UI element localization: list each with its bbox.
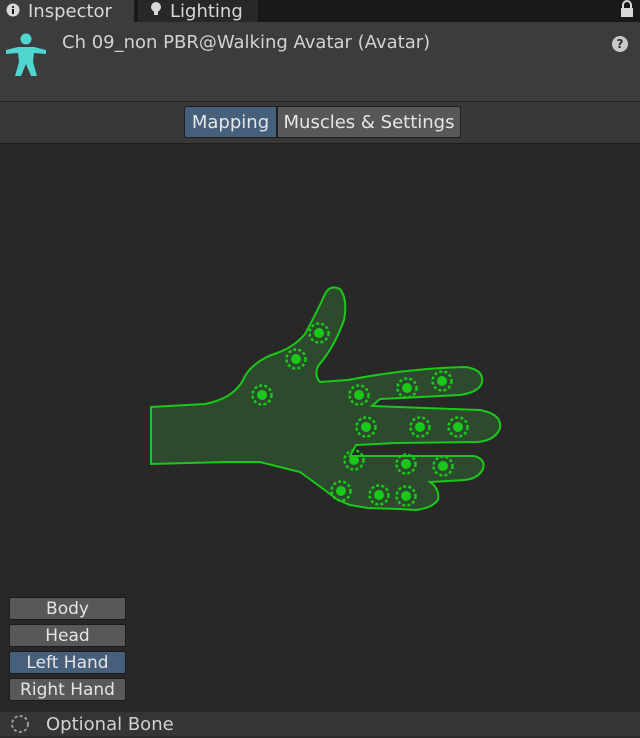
optional-bone-icon [10,714,30,734]
tab-bar: Inspector Lighting [0,0,640,22]
lock-icon[interactable] [620,0,634,20]
body-button[interactable]: Body [9,597,126,620]
mode-toolbar: Mapping Muscles & Settings [0,102,640,144]
tab-label: Lighting [170,0,243,22]
optional-bone-label: Optional Bone [46,713,174,735]
mapping-button[interactable]: Mapping [184,106,277,138]
tab-inspector[interactable]: Inspector [0,0,134,22]
head-button[interactable]: Head [9,624,126,647]
info-icon [6,1,20,22]
lightbulb-icon [150,1,162,22]
tab-label: Inspector [28,0,112,22]
page-title: Ch 09_non PBR@Walking Avatar (Avatar) [62,32,431,53]
tab-lighting[interactable]: Lighting [138,0,258,22]
right-hand-button[interactable]: Right Hand [9,678,126,701]
humanoid-avatar-icon [4,32,48,78]
inspector-header: Ch 09_non PBR@Walking Avatar (Avatar) ? [0,22,640,102]
avatar-viewport: Body Head Left Hand Right Hand [0,144,640,712]
help-icon[interactable]: ? [612,36,628,52]
muscles-settings-button[interactable]: Muscles & Settings [277,106,461,138]
left-hand-button[interactable]: Left Hand [9,651,126,674]
legend-bar: Optional Bone [0,712,640,736]
left-hand-silhouette [150,286,502,512]
